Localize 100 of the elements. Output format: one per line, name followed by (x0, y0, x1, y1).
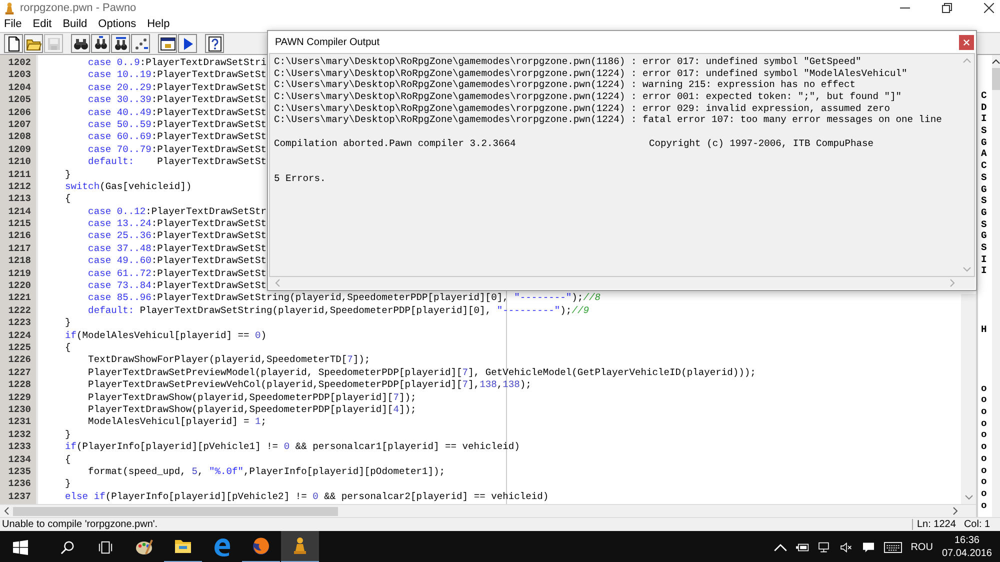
binoculars-icon (92, 36, 108, 52)
function-list-item[interactable]: o (981, 382, 990, 394)
scrollbar[interactable] (992, 55, 1000, 517)
function-list-item[interactable]: o (981, 441, 990, 453)
menu-item[interactable]: Options (98, 18, 136, 30)
function-list-item[interactable]: o (981, 406, 990, 418)
restore-icon[interactable] (942, 3, 952, 13)
battery-icon[interactable] (796, 542, 809, 552)
function-list-item[interactable]: C (981, 160, 990, 172)
function-list-item[interactable]: D (981, 102, 990, 114)
function-list-item[interactable]: S (981, 125, 990, 137)
function-list-item[interactable]: C (981, 90, 990, 102)
close-button[interactable] (959, 34, 974, 50)
code-line: case 40..49:PlayerTextDrawSetSt (87, 106, 267, 119)
code-line: PlayerTextDrawSetPreviewVehCol(playerid,SpeedometerPDP[playerid][7],138,138); (87, 379, 532, 392)
function-list-item[interactable]: o (981, 464, 990, 476)
status-message: Unable to compile 'rorpgzone.pwn'. (1, 519, 158, 530)
function-list-item[interactable]: o (981, 500, 990, 512)
clock[interactable]: 16:36 07.04.2016 (942, 534, 992, 560)
line-number: 1206 (8, 106, 31, 119)
line-number: 1226 (8, 354, 31, 367)
run-button[interactable] (178, 34, 197, 53)
dialog-title: PAWN Compiler Output (275, 36, 380, 48)
goto-button[interactable] (131, 34, 150, 53)
search-icon[interactable] (60, 540, 75, 554)
speaker-muted-icon[interactable] (840, 542, 853, 552)
scroll-left-icon[interactable] (4, 507, 9, 516)
function-list-item[interactable]: o (981, 394, 990, 406)
menu-item[interactable]: Edit (32, 18, 52, 30)
function-list-item[interactable]: o (981, 488, 990, 500)
open-button[interactable] (24, 34, 43, 53)
windows-start-icon[interactable] (13, 540, 28, 554)
line-number: 1207 (8, 118, 31, 132)
task-view-icon[interactable] (98, 540, 113, 554)
function-list-item[interactable]: S (981, 218, 990, 230)
help-button[interactable] (205, 34, 224, 53)
find-next-button[interactable] (91, 34, 110, 53)
function-list-item[interactable]: G (981, 184, 990, 196)
function-list-item[interactable]: H (981, 324, 990, 336)
keyboard-icon[interactable] (884, 542, 902, 552)
menu-item[interactable]: Build (62, 18, 88, 30)
compiler-message: C:\Users\mary\Desktop\RoRpgZone\gamemodes\rorpgzone.pwn(1224) : warning 215: expression has no effect (274, 79, 856, 92)
code-line: case 0..12:PlayerTextDrawSetStr (87, 206, 267, 218)
new-file-button[interactable] (4, 34, 23, 53)
code-line: if(PlayerInfo[playerid][pVehicle1] != 0 && personalcar1[playerid] == vehicleid) (64, 441, 520, 454)
code-line: case 61..72:PlayerTextDrawSetSt (87, 268, 267, 280)
function-list-item[interactable]: S (981, 242, 990, 254)
line-number: 1210 (8, 156, 31, 169)
code-line: } (64, 478, 71, 491)
code-line: } (64, 317, 71, 330)
code-line: PlayerTextDrawShow(playerid,SpeedometerPDP[playerid][7]); (87, 392, 416, 404)
scroll-thumb[interactable] (13, 506, 338, 516)
replace-button[interactable] (111, 34, 130, 53)
pawn-icon (4, 2, 15, 14)
function-list-item[interactable]: G (981, 206, 990, 219)
line-number: 1202 (8, 57, 31, 70)
function-list-item[interactable]: G (981, 230, 990, 242)
code-line: { (64, 193, 71, 206)
scrollbar[interactable] (0, 504, 976, 517)
close-icon[interactable] (984, 3, 994, 13)
code-line: if(ModelAlesVehicul[playerid] == 0) (64, 330, 267, 342)
function-list-item[interactable]: S (981, 195, 990, 207)
scrollbar[interactable] (961, 294, 976, 504)
line-number: 1231 (8, 416, 31, 429)
menu-item[interactable]: File (4, 18, 22, 30)
function-list-item[interactable]: I (981, 113, 990, 126)
find-button[interactable] (71, 34, 90, 53)
function-list-item[interactable]: o (981, 418, 990, 430)
code-line: { (64, 342, 71, 354)
palette-icon (134, 537, 154, 557)
function-list-item[interactable]: G (981, 136, 990, 148)
scroll-right-icon[interactable] (953, 507, 958, 516)
scroll-down-icon[interactable] (964, 495, 972, 500)
line-number: 1213 (8, 193, 31, 206)
line-number: 1229 (8, 392, 31, 404)
notification-icon[interactable] (862, 542, 875, 552)
compile-button[interactable] (158, 34, 177, 53)
line-number: 1230 (8, 404, 31, 416)
function-list-item[interactable]: o (981, 429, 990, 442)
scroll-up-icon[interactable] (992, 59, 1000, 64)
function-list-item[interactable]: o (981, 476, 990, 488)
line-number: 1219 (8, 268, 31, 280)
line-number: 1218 (8, 255, 31, 268)
line-position: Ln: 1224 (917, 519, 956, 530)
function-list-item[interactable]: A (981, 148, 990, 160)
line-number: 1222 (8, 304, 31, 318)
window-title: rorpgzone.pwn - Pawno (20, 2, 136, 14)
line-number: 1217 (8, 242, 31, 256)
function-list-item[interactable]: o (981, 452, 990, 464)
line-number: 1224 (8, 330, 31, 342)
scroll-thumb[interactable] (992, 68, 1000, 90)
input-language[interactable]: ROU (910, 542, 933, 552)
function-list-item[interactable]: S (981, 172, 990, 184)
line-number: 1212 (8, 180, 31, 194)
compiler-message: C:\Users\mary\Desktop\RoRpgZone\gamemodes\rorpgzone.pwn(1224) : fatal error 107: too many error messages on one line (274, 114, 943, 126)
chevron-up-icon[interactable] (774, 542, 787, 552)
network-icon[interactable] (818, 542, 831, 552)
function-list-item[interactable]: I (981, 254, 990, 266)
menu-item[interactable]: Help (147, 18, 170, 30)
function-list-item[interactable]: I (981, 265, 990, 277)
